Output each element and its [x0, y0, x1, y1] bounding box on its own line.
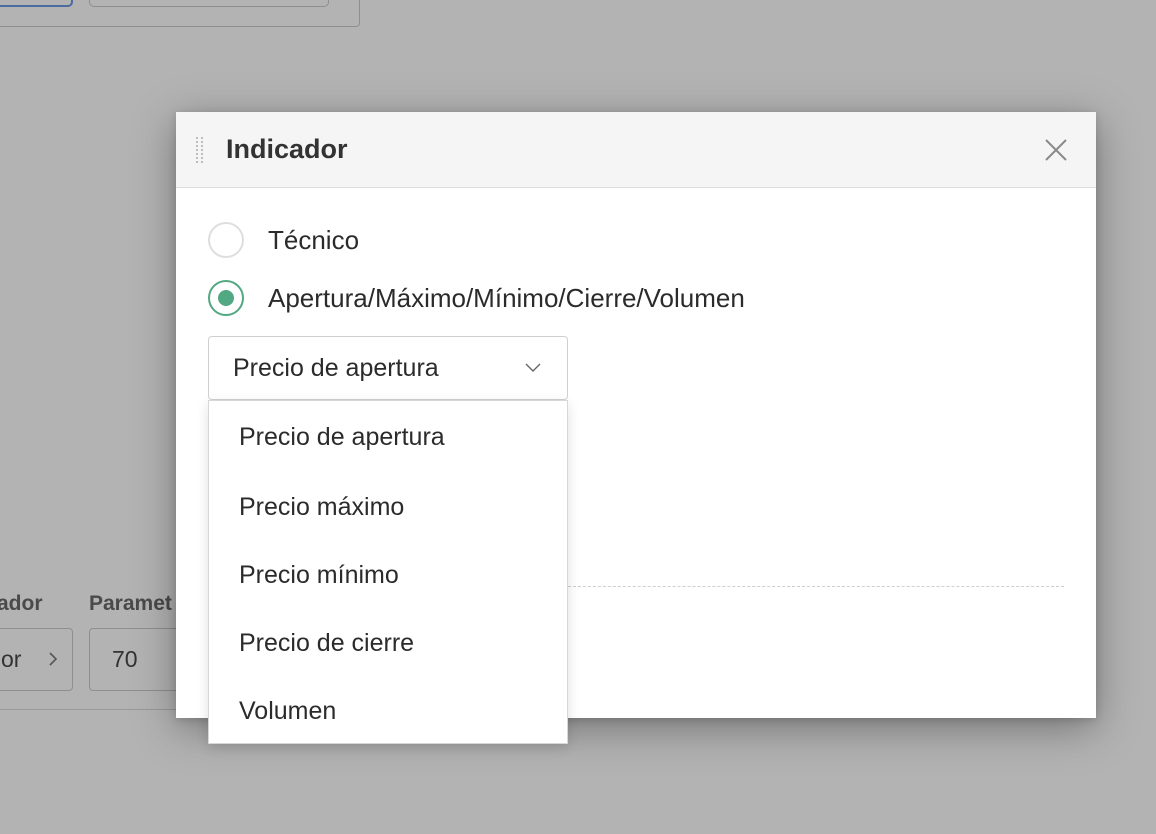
radio-label: Apertura/Máximo/Mínimo/Cierre/Volumen [268, 282, 745, 313]
price-type-dropdown: Precio de apertura Precio máximo Precio … [208, 400, 568, 744]
background-field-value: 70 [112, 646, 138, 672]
background-divider [0, 709, 200, 710]
chevron-down-icon [525, 363, 541, 372]
dialog-header: Indicador [176, 112, 1096, 188]
background-field-label: ador [0, 592, 43, 615]
radio-button-checked[interactable] [208, 280, 244, 316]
background-indicator-field: or [0, 628, 73, 691]
dropdown-option-volume[interactable]: Volumen [209, 677, 567, 745]
dropdown-option-low[interactable]: Precio mínimo [209, 541, 567, 609]
background-field-label: Paramet [89, 592, 172, 615]
background-button [0, 0, 73, 7]
price-type-select[interactable]: Precio de apertura [208, 336, 568, 400]
dropdown-option-close[interactable]: Precio de cierre [209, 609, 567, 677]
dashed-divider [568, 586, 1064, 587]
radio-option-technical[interactable]: Técnico [208, 222, 359, 258]
drag-handle-icon[interactable] [195, 137, 205, 163]
dialog-title: Indicador [226, 134, 348, 164]
dropdown-option-high[interactable]: Precio máximo [209, 473, 567, 541]
background-button [89, 0, 329, 7]
close-icon[interactable] [1044, 138, 1068, 162]
radio-button[interactable] [208, 222, 244, 258]
dropdown-option-open[interactable]: Precio de apertura [209, 401, 567, 473]
background-field-value: or [1, 646, 22, 672]
radio-label: Técnico [268, 224, 360, 255]
radio-option-ohlcv[interactable]: Apertura/Máximo/Mínimo/Cierre/Volumen [208, 280, 745, 316]
chevron-right-icon [49, 652, 58, 666]
select-value: Precio de apertura [233, 353, 439, 382]
